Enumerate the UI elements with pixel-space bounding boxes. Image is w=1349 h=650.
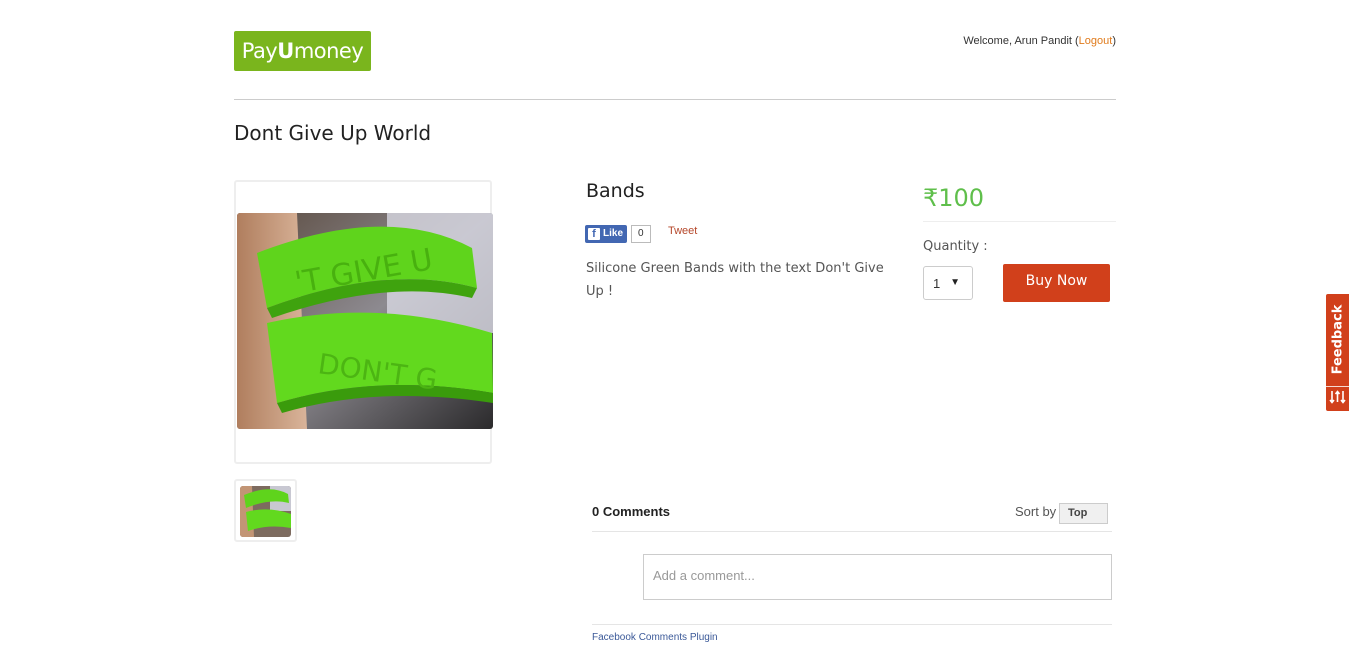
product-thumbnail[interactable] bbox=[234, 479, 297, 542]
bands-photo: 'T GIVE U DON'T G bbox=[237, 213, 493, 429]
facebook-like-label: Like bbox=[603, 228, 624, 239]
main-product-image[interactable]: 'T GIVE U DON'T G bbox=[237, 213, 493, 429]
dropdown-arrow-icon: ▼ bbox=[950, 277, 960, 288]
sort-by-label: Sort by bbox=[1015, 504, 1057, 519]
facebook-like-button[interactable]: f Like bbox=[585, 225, 628, 243]
tweet-link[interactable]: Tweet bbox=[668, 225, 697, 237]
feedback-label: Feedback bbox=[1330, 304, 1346, 375]
store-title: Dont Give Up World bbox=[234, 121, 432, 145]
facebook-like-widget[interactable]: f Like 0 bbox=[585, 225, 651, 243]
product-description: Silicone Green Bands with the text Don't… bbox=[586, 261, 884, 299]
welcome-text: Welcome, Arun Pandit ( bbox=[963, 35, 1079, 47]
logout-link[interactable]: Logout bbox=[1079, 35, 1113, 47]
comments-divider bbox=[592, 531, 1112, 532]
product-name: Bands bbox=[586, 180, 645, 202]
payumoney-logo[interactable]: PayUmoney bbox=[234, 31, 371, 71]
welcome-message: Welcome, Arun Pandit (Logout) bbox=[963, 35, 1116, 47]
quantity-label: Quantity : bbox=[923, 239, 988, 254]
quantity-value: 1 bbox=[933, 275, 941, 291]
product-price: ₹100 bbox=[923, 184, 985, 212]
facebook-icon: f bbox=[588, 228, 600, 240]
facebook-comments-plugin-link[interactable]: Facebook Comments Plugin bbox=[592, 632, 718, 643]
welcome-close: ) bbox=[1112, 35, 1116, 47]
header-divider bbox=[234, 99, 1116, 100]
buy-now-button[interactable]: Buy Now bbox=[1003, 264, 1110, 302]
feedback-tab[interactable]: Feedback bbox=[1326, 294, 1349, 411]
logo-text-u: U bbox=[277, 39, 294, 63]
plugin-divider bbox=[592, 624, 1112, 625]
add-comment-input[interactable]: Add a comment... bbox=[643, 554, 1112, 600]
comments-count: 0 Comments bbox=[592, 504, 671, 519]
thumbnail-bands-photo bbox=[240, 486, 291, 537]
main-product-image-frame: 'T GIVE U DON'T G bbox=[234, 180, 493, 464]
thumbnail-image bbox=[240, 486, 291, 537]
feedback-separator bbox=[1326, 386, 1349, 387]
facebook-like-count: 0 bbox=[631, 225, 651, 243]
price-divider bbox=[923, 221, 1116, 222]
logo-text-pay: Pay bbox=[241, 39, 278, 63]
sort-select[interactable]: Top bbox=[1059, 503, 1108, 524]
quantity-select[interactable]: 1 ▼ bbox=[923, 266, 973, 300]
sort-arrows-icon bbox=[1329, 390, 1346, 404]
logo-text-money: money bbox=[293, 39, 364, 63]
